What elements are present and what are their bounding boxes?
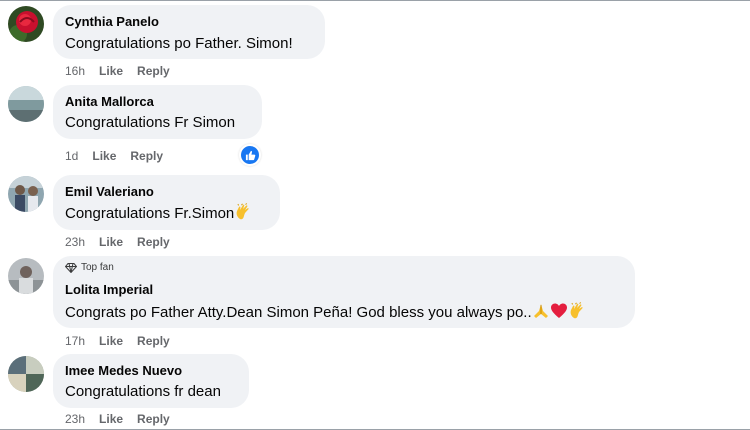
comment-actions: 16h Like Reply	[65, 63, 170, 79]
top-fan-label: Top fan	[81, 262, 114, 273]
comment-text: Congratulations po Father. Simon!	[65, 35, 293, 52]
diamond-icon	[65, 263, 77, 273]
top-fan-badge: Top fan	[65, 262, 114, 274]
reply-button[interactable]: Reply	[137, 63, 170, 79]
comment-bubble: Cynthia Panelo Congratulations po Father…	[53, 5, 325, 59]
red-heart-icon	[550, 303, 567, 318]
commenter-name[interactable]: Cynthia Panelo	[65, 14, 159, 30]
clapping-hands-icon	[570, 302, 583, 319]
like-button[interactable]: Like	[99, 333, 123, 349]
comment-timestamp[interactable]: 1d	[65, 148, 78, 164]
comment-timestamp[interactable]: 17h	[65, 333, 85, 349]
comment-timestamp[interactable]: 23h	[65, 234, 85, 250]
comment-actions: 23h Like Reply	[65, 411, 170, 427]
commenter-name[interactable]: Imee Medes Nuevo	[65, 363, 182, 379]
avatar[interactable]	[8, 258, 44, 294]
comment-text: Congratulations Fr Simon	[65, 114, 236, 131]
avatar[interactable]	[8, 356, 44, 392]
reply-button[interactable]: Reply	[137, 411, 170, 427]
comment-timestamp[interactable]: 16h	[65, 63, 85, 79]
like-button[interactable]: Like	[92, 148, 116, 164]
commenter-name[interactable]: Anita Mallorca	[65, 94, 154, 110]
avatar[interactable]	[8, 6, 44, 42]
reply-button[interactable]: Reply	[130, 148, 163, 164]
comment-text: Congrats po Father Atty.Dean Simon Peña!…	[65, 304, 532, 321]
comment-timestamp[interactable]: 23h	[65, 411, 85, 427]
like-button[interactable]: Like	[99, 411, 123, 427]
like-button[interactable]: Like	[99, 63, 123, 79]
reply-button[interactable]: Reply	[137, 333, 170, 349]
comment-text-line: Congrats po Father Atty.Dean Simon Peña!…	[65, 302, 586, 323]
comment-bubble: Imee Medes Nuevo Congratulations fr dean	[53, 354, 249, 408]
comment-actions: 23h Like Reply	[65, 234, 170, 250]
comment-bubble: Anita Mallorca Congratulations Fr Simon	[53, 85, 262, 139]
commenter-name[interactable]: Lolita Imperial	[65, 282, 153, 298]
comment-actions: 1d Like Reply	[65, 148, 163, 164]
clapping-hands-icon	[236, 203, 249, 220]
comment-text: Congratulations Fr.Simon	[65, 205, 235, 222]
folded-hands-icon	[533, 304, 548, 318]
comment-text: Congratulations fr dean	[65, 383, 221, 400]
like-reaction-icon[interactable]	[239, 144, 261, 166]
like-button[interactable]: Like	[99, 234, 123, 250]
avatar[interactable]	[8, 176, 44, 212]
reply-button[interactable]: Reply	[137, 234, 170, 250]
commenter-name[interactable]: Emil Valeriano	[65, 184, 154, 200]
comment-bubble: Emil Valeriano Congratulations Fr.Simon	[53, 175, 280, 230]
comment-text-line: Congratulations Fr.Simon	[65, 203, 252, 224]
top-border	[0, 0, 750, 1]
avatar[interactable]	[8, 86, 44, 122]
comment-bubble: Top fan Lolita Imperial Congrats po Fath…	[53, 256, 635, 328]
comment-actions: 17h Like Reply	[65, 333, 170, 349]
